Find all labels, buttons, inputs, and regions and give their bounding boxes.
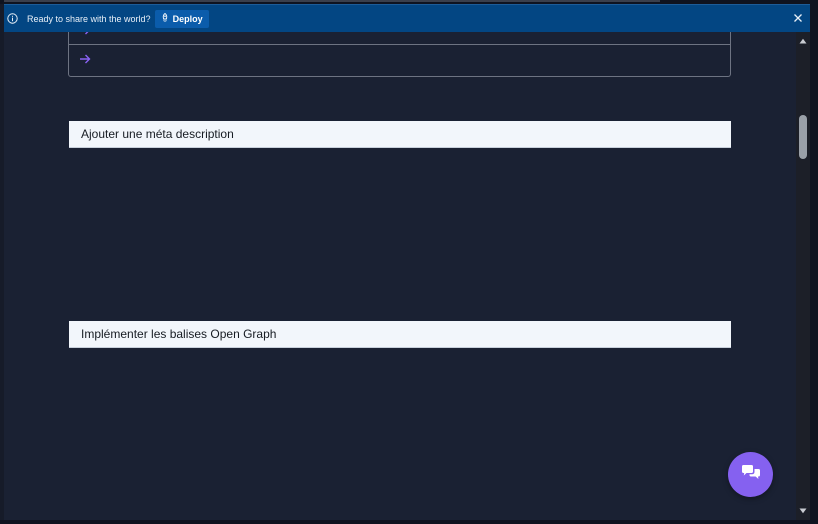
- deploy-label: Deploy: [172, 13, 203, 24]
- link-divider: [69, 44, 730, 45]
- tab-edge: [4, 0, 660, 2]
- arrow-right-icon: [79, 32, 91, 40]
- card-header-meta-description: Ajouter une méta description: [69, 121, 731, 148]
- link-list-item[interactable]: [79, 53, 105, 67]
- link-list: [68, 32, 731, 77]
- card-header-open-graph: Implémenter les balises Open Graph: [69, 321, 731, 348]
- vertical-scrollbar[interactable]: [796, 32, 810, 520]
- chat-button[interactable]: [728, 452, 773, 497]
- rocket-icon: [161, 12, 169, 24]
- window-right-edge: [810, 0, 818, 524]
- scroll-up-arrow-icon[interactable]: [796, 35, 810, 47]
- scroll-down-arrow-icon[interactable]: [796, 505, 810, 517]
- close-icon[interactable]: [793, 13, 803, 23]
- deploy-banner: Ready to share with the world? Deploy: [4, 4, 810, 32]
- main-content: Ajouter une méta description Implémenter…: [4, 32, 796, 520]
- link-list-item[interactable]: [79, 32, 105, 38]
- card-title: Ajouter une méta description: [81, 127, 234, 141]
- window-bottom-edge: [0, 520, 818, 524]
- info-icon: [7, 13, 18, 24]
- chat-bubbles-icon: [741, 464, 761, 486]
- card-title: Implémenter les balises Open Graph: [81, 327, 277, 341]
- deploy-button[interactable]: Deploy: [154, 9, 209, 28]
- banner-message: Ready to share with the world?: [27, 13, 151, 24]
- scrollbar-thumb[interactable]: [799, 115, 807, 159]
- arrow-right-icon: [79, 51, 91, 69]
